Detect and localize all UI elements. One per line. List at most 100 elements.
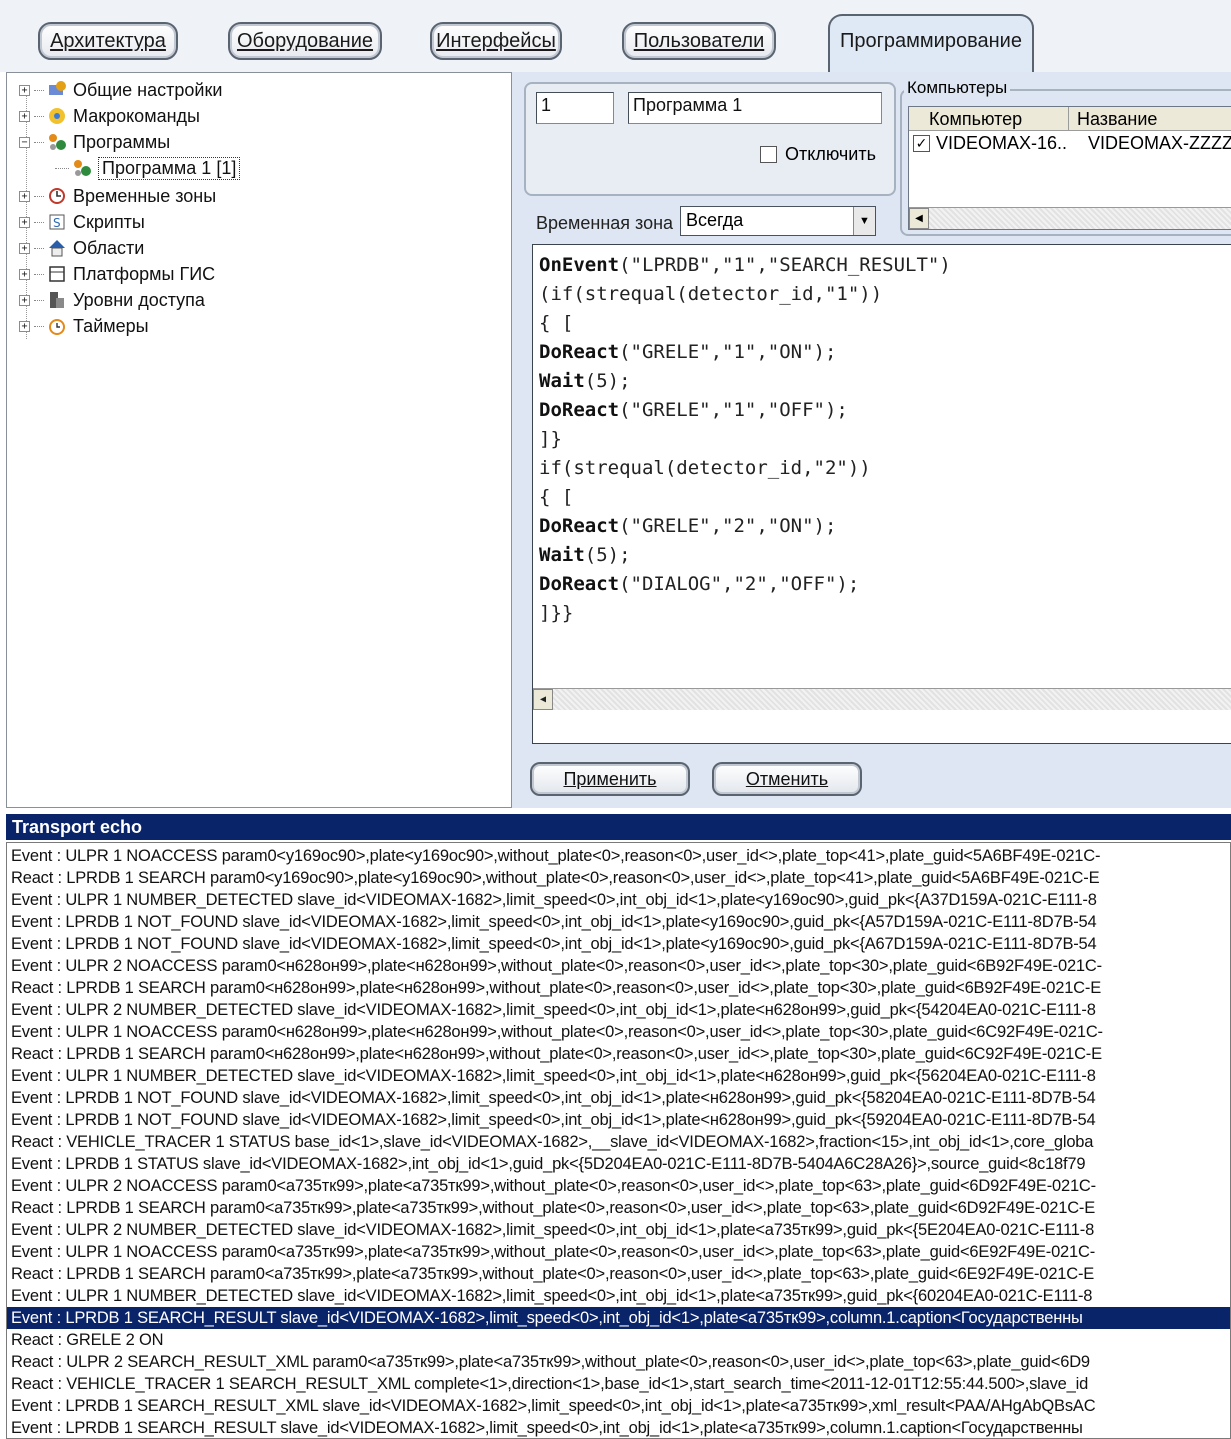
log-line[interactable]: Event : LPRDB 1 SEARCH_RESULT slave_id<V…: [7, 1307, 1230, 1329]
access-icon: [50, 292, 64, 308]
collapse-icon[interactable]: −: [19, 136, 30, 148]
expand-icon[interactable]: +: [19, 320, 30, 332]
computers-group: Компьютеры Компьютер Название ✓ VIDEOMAX…: [900, 78, 1231, 236]
computers-hscrollbar[interactable]: ◀: [909, 207, 1231, 229]
disable-checkbox[interactable]: [760, 146, 777, 163]
computer-checkbox[interactable]: ✓: [913, 135, 930, 152]
log-line[interactable]: Event : LPRDB 1 SEARCH_RESULT slave_id<V…: [11, 1417, 1083, 1438]
tree-item-label: Макрокоманды: [73, 105, 200, 126]
script-editor[interactable]: OnEvent("LPRDB","1","SEARCH_RESULT") (if(…: [532, 244, 1231, 744]
log-line[interactable]: Event : ULPR 1 NOACCESS param0<у169ос90>…: [11, 845, 1100, 867]
tree-item-label: Программа 1 [1]: [98, 156, 241, 180]
log-line[interactable]: Event : ULPR 1 NOACCESS param0<н628он99>…: [11, 1021, 1103, 1043]
transport-echo-title: Transport echo: [6, 814, 1231, 840]
code-text: ]}}: [539, 602, 574, 624]
log-line[interactable]: Event : LPRDB 1 SEARCH_RESULT_XML slave_…: [11, 1395, 1096, 1417]
log-line[interactable]: Event : LPRDB 1 NOT_FOUND slave_id<VIDEO…: [11, 1109, 1096, 1131]
tree-item-program-1[interactable]: Программа 1 [1]: [55, 155, 241, 181]
log-line[interactable]: Event : LPRDB 1 NOT_FOUND slave_id<VIDEO…: [11, 1087, 1096, 1109]
log-line[interactable]: Event : ULPR 2 NUMBER_DETECTED slave_id<…: [11, 999, 1096, 1021]
tree-item-label: Таймеры: [73, 315, 149, 336]
expand-icon[interactable]: +: [19, 110, 30, 122]
column-header-computer[interactable]: Компьютер: [909, 107, 1069, 131]
log-line[interactable]: React : LPRDB 1 SEARCH param0<а735тк99>,…: [11, 1197, 1095, 1219]
tree-item-access-levels[interactable]: + Уровни доступа: [19, 287, 205, 313]
code-keyword: Wait: [539, 370, 585, 392]
expand-icon[interactable]: +: [19, 294, 30, 306]
log-line[interactable]: Event : LPRDB 1 NOT_FOUND slave_id<VIDEO…: [11, 933, 1097, 955]
log-line[interactable]: Event : LPRDB 1 STATUS slave_id<VIDEOMAX…: [11, 1153, 1086, 1175]
program-settings-panel: 1 Программа 1 Отключить Компьютеры Компь…: [512, 72, 1231, 808]
code-line: ]}}: [539, 599, 573, 627]
code-keyword: DoReact: [539, 341, 620, 363]
tree-item-programs[interactable]: − Программы: [19, 129, 170, 155]
tab-equipment[interactable]: Оборудование: [228, 22, 382, 60]
code-line: (if(strequal(detector_id,"1")): [539, 280, 882, 308]
apply-button[interactable]: Применить: [530, 762, 690, 796]
program-name-field[interactable]: Программа 1: [628, 92, 882, 124]
tab-architecture[interactable]: Архитектура: [38, 22, 178, 60]
log-line[interactable]: Event : ULPR 2 NOACCESS param0<н628он99>…: [11, 955, 1102, 977]
log-line[interactable]: Event : ULPR 1 NUMBER_DETECTED slave_id<…: [11, 889, 1097, 911]
code-keyword: DoReact: [539, 515, 620, 537]
code-text: ("DIALOG","2","OFF");: [619, 573, 860, 595]
expand-icon[interactable]: +: [19, 190, 30, 202]
tab-programming[interactable]: Программирование: [828, 14, 1034, 72]
log-line[interactable]: React : VEHICLE_TRACER 1 STATUS base_id<…: [11, 1131, 1093, 1153]
code-keyword: OnEvent: [539, 254, 620, 276]
expand-icon[interactable]: +: [19, 84, 30, 96]
tree-item-scripts[interactable]: + S Скрипты: [19, 209, 145, 235]
tree-item-gis-platforms[interactable]: + Платформы ГИС: [19, 261, 215, 287]
transport-echo-log[interactable]: Event : ULPR 1 NOACCESS param0<у169ос90>…: [6, 842, 1231, 1439]
scroll-left-icon[interactable]: ◀: [533, 689, 553, 710]
timer-icon: [49, 319, 65, 335]
program-icon: [74, 160, 91, 176]
code-keyword: DoReact: [539, 399, 620, 421]
log-line[interactable]: React : ULPR 2 SEARCH_RESULT_XML param0<…: [11, 1351, 1090, 1373]
code-line: ]}: [539, 425, 562, 453]
log-line[interactable]: React : LPRDB 1 SEARCH param0<а735тк99>,…: [11, 1263, 1094, 1285]
tree-item-general-settings[interactable]: + Общие настройки: [19, 77, 222, 103]
log-line[interactable]: Event : ULPR 1 NUMBER_DETECTED slave_id<…: [11, 1065, 1096, 1087]
log-line[interactable]: Event : LPRDB 1 NOT_FOUND slave_id<VIDEO…: [11, 911, 1097, 933]
log-line[interactable]: Event : ULPR 1 NUMBER_DETECTED slave_id<…: [11, 1285, 1092, 1307]
computers-group-title: Компьютеры: [904, 78, 1011, 98]
scroll-left-icon[interactable]: ◀: [909, 208, 929, 229]
log-line[interactable]: React : LPRDB 1 SEARCH param0<н628он99>,…: [11, 977, 1101, 999]
code-line: Wait(5);: [539, 541, 631, 569]
log-line[interactable]: Event : ULPR 2 NUMBER_DETECTED slave_id<…: [11, 1219, 1094, 1241]
cancel-button[interactable]: Отменить: [712, 762, 862, 796]
house-icon: [49, 240, 65, 257]
log-line[interactable]: React : LPRDB 1 SEARCH param0<н628он99>,…: [11, 1043, 1102, 1065]
computers-list[interactable]: Компьютер Название ✓ VIDEOMAX-16.. VIDEO…: [908, 106, 1231, 230]
log-line[interactable]: Event : ULPR 1 NOACCESS param0<а735тк99>…: [11, 1241, 1095, 1263]
log-line[interactable]: Event : ULPR 2 NOACCESS param0<а735тк99>…: [11, 1175, 1096, 1197]
time-zone-select[interactable]: Всегда ▼: [680, 206, 876, 236]
tree-item-macros[interactable]: + Макрокоманды: [19, 103, 200, 129]
code-text: ("GRELE","1","OFF");: [619, 399, 848, 421]
tab-interfaces[interactable]: Интерфейсы: [430, 22, 562, 60]
tree-item-timers[interactable]: + Таймеры: [19, 313, 149, 339]
expand-icon[interactable]: +: [19, 242, 30, 254]
program-id-field[interactable]: 1: [536, 92, 614, 124]
log-line[interactable]: React : LPRDB 1 SEARCH param0<у169ос90>,…: [11, 867, 1100, 889]
log-line[interactable]: React : GRELE 2 ON: [11, 1329, 163, 1351]
clock-icon: [49, 188, 65, 204]
code-line: Wait(5);: [539, 367, 631, 395]
tree-item-label: Платформы ГИС: [73, 263, 216, 284]
computer-row[interactable]: ✓ VIDEOMAX-16.. VIDEOMAX-ZZZZ: [913, 133, 1231, 154]
expand-icon[interactable]: +: [19, 216, 30, 228]
code-text: ("GRELE","2","ON");: [619, 515, 837, 537]
tree-item-time-zones[interactable]: + Временные зоны: [19, 183, 216, 209]
code-text: ("LPRDB","1","SEARCH_RESULT"): [619, 254, 951, 276]
tab-users[interactable]: Пользователи: [622, 22, 776, 60]
column-header-name[interactable]: Название: [1069, 107, 1231, 131]
log-line[interactable]: React : VEHICLE_TRACER 1 SEARCH_RESULT_X…: [11, 1373, 1088, 1395]
code-text: { [: [539, 312, 574, 334]
tree-item-areas[interactable]: + Области: [19, 235, 144, 261]
dropdown-arrow-icon[interactable]: ▼: [853, 207, 875, 235]
disable-checkbox-row[interactable]: Отключить: [760, 144, 876, 165]
expand-icon[interactable]: +: [19, 268, 30, 280]
code-text: (5);: [584, 370, 631, 392]
editor-hscrollbar[interactable]: ◀: [533, 688, 1231, 710]
